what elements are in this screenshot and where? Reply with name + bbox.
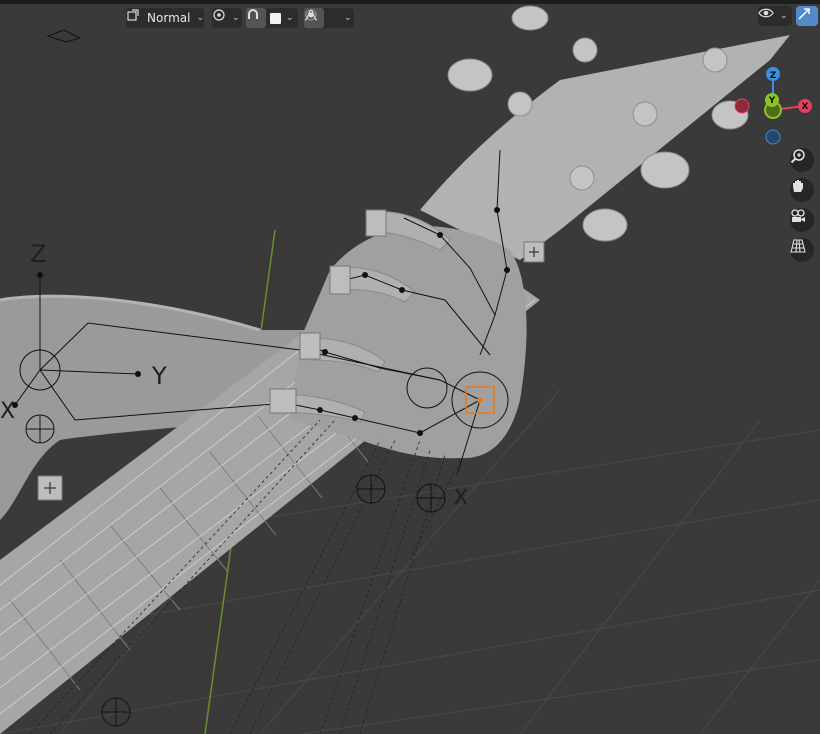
zoom-button[interactable] <box>790 148 814 172</box>
camera-object <box>46 29 82 43</box>
proportional-edit-group: ⌄ <box>304 8 354 28</box>
eye-icon <box>758 6 778 26</box>
snap-group: ⌄ <box>246 8 298 28</box>
snap-magnet-icon[interactable] <box>246 8 266 28</box>
neg-x-handle[interactable] <box>734 98 750 114</box>
hand-axis-x: X <box>454 485 468 509</box>
empty-axis-y: Y <box>151 362 167 390</box>
gizmo-y-label: Y <box>768 96 776 106</box>
chevron-down-icon: ⌄ <box>780 11 788 21</box>
visibility-dropdown[interactable]: ⌄ <box>758 6 792 26</box>
chevron-down-icon: ⌄ <box>344 13 352 23</box>
viewport-header: Normal ⌄ ⌄ ⌄ ⌄ <box>0 5 820 31</box>
viewport-gizmo-toggle[interactable] <box>796 6 818 26</box>
gizmo-x-label: X <box>802 102 809 112</box>
neg-z-handle[interactable] <box>765 129 781 145</box>
scene-canvas[interactable]: Z Y X X <box>0 0 820 734</box>
navigation-gizmo[interactable]: Z Y X <box>734 64 818 148</box>
pivot-point-icon <box>212 8 230 28</box>
empty-axis-z: Z <box>30 240 46 268</box>
snap-target-button[interactable] <box>266 8 284 28</box>
transform-orientation-icon <box>126 8 143 28</box>
camera-view-button[interactable] <box>790 208 814 232</box>
pan-button[interactable] <box>790 178 814 202</box>
overlay-controls: ⌄ <box>758 5 820 27</box>
header-separator <box>0 0 820 4</box>
perspective-toggle-button[interactable] <box>790 238 814 262</box>
chevron-down-icon: ⌄ <box>232 13 240 23</box>
orientation-label: Normal <box>147 11 191 25</box>
chevron-down-icon: ⌄ <box>196 13 204 23</box>
snap-swatch <box>269 12 281 24</box>
falloff-curve-icon[interactable] <box>304 8 342 28</box>
transform-orientation-dropdown[interactable]: Normal ⌄ <box>126 8 204 28</box>
3d-viewport[interactable]: Z Y X X Normal ⌄ ⌄ ⌄ ⌄ ⌄ Z Y X <box>0 0 820 734</box>
empty-axis-x: X <box>0 399 15 424</box>
pivot-point-dropdown[interactable]: ⌄ <box>212 8 242 28</box>
gizmo-z-label: Z <box>770 71 777 81</box>
chevron-down-icon: ⌄ <box>286 13 294 23</box>
viewport-gizmo-icon <box>796 6 818 26</box>
